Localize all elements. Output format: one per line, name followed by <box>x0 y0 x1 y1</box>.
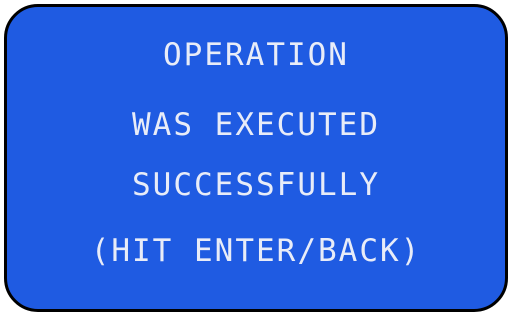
message-line-1: OPERATION <box>163 37 349 73</box>
message-line-2: WAS EXECUTED <box>132 107 380 143</box>
message-line-3: SUCCESSFULLY <box>132 167 380 203</box>
lcd-message-panel: OPERATION WAS EXECUTED SUCCESSFULLY (HIT… <box>4 4 508 312</box>
message-line-4: (HIT ENTER/BACK) <box>90 233 422 269</box>
